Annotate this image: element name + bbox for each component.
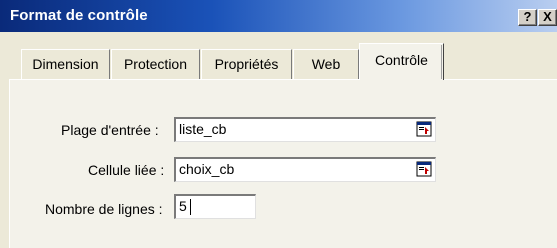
linked-cell-field[interactable]: choix_cb [174,157,436,182]
collapse-dialog-range-icon[interactable] [416,161,432,177]
close-button[interactable]: X [538,9,557,26]
input-range-field[interactable]: liste_cb [174,117,436,142]
line-count-value: 5 [179,198,187,214]
tab-controle[interactable]: Contrôle [359,43,444,80]
linked-cell-value: choix_cb [179,161,235,177]
input-range-label: Plage d'entrée : [61,122,159,138]
line-count-label: Nombre de lignes : [45,201,163,217]
help-button[interactable]: ? [518,9,537,26]
collapse-dialog-range-icon[interactable] [416,121,432,137]
tab-proprietes[interactable]: Propriétés [201,49,292,79]
linked-cell-label: Cellule liée : [88,162,165,178]
line-count-field[interactable]: 5 [174,194,256,219]
dialog-title: Format de contrôle [10,7,148,24]
tab-web[interactable]: Web [293,49,359,79]
tab-dimension[interactable]: Dimension [21,49,110,79]
input-range-value: liste_cb [179,121,227,137]
tab-protection[interactable]: Protection [111,49,200,79]
title-bar[interactable]: Format de contrôle ? X [0,0,557,32]
text-caret [190,199,191,215]
